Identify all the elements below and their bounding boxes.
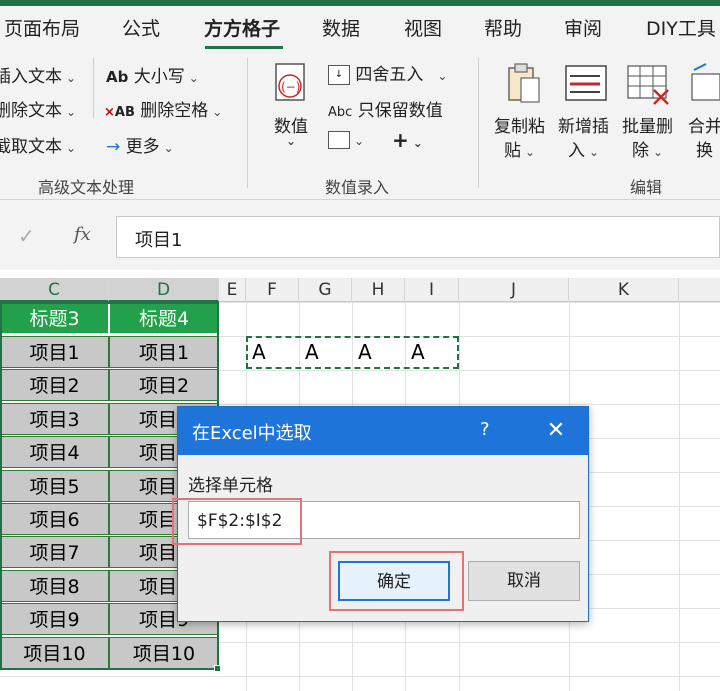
check-icon[interactable]: ✓ [18,224,35,248]
tab-data[interactable]: 数据 [322,14,360,41]
cancel-button[interactable]: 取消 [468,561,580,601]
column-header-i[interactable]: I [405,278,459,302]
extract-text-button[interactable]: 截取文本 ⌄ [0,132,76,157]
insert-text-button[interactable]: 插入文本 ⌄ [0,62,76,87]
merge-icon[interactable] [688,60,720,104]
arrow-right-icon: → [106,137,121,157]
round-icon: ↓ [328,65,350,85]
grid-line [679,302,680,691]
range-label: 选择单元格 [188,476,273,496]
ribbon: 插入文本 ⌄ 删除文本 ⌄ 截取文本 ⌄ Ab 大小写 ⌄ ×AB 删除空格 ⌄ → 更多… [0,50,720,200]
plus-button[interactable]: + ⌄ [392,128,423,152]
insert-label[interactable]: 新增插 [558,112,609,137]
case-button[interactable]: Ab 大小写 ⌄ [106,62,199,87]
remove-spaces-button[interactable]: ×AB 删除空格 ⌄ [104,96,222,121]
active-tab-indicator [205,46,283,49]
cell-g2[interactable]: A [305,340,319,364]
dialog-title: 在Excel中选取 [192,423,312,444]
cell-i2[interactable]: A [411,340,425,364]
tab-help[interactable]: 帮助 [484,14,522,41]
delete-text-button[interactable]: 删除文本 ⌄ [0,96,76,121]
column-header-d[interactable]: D [109,278,219,302]
column-header-j[interactable]: J [459,278,569,302]
ribbon-tabs: 页面布局 公式 方方格子 数据 视图 帮助 审阅 DIY工具 [0,6,720,50]
tab-fangfang[interactable]: 方方格子 [204,14,280,41]
tab-diy-tools[interactable]: DIY工具 [646,14,716,41]
tab-view[interactable]: 视图 [404,14,442,41]
help-button[interactable]: ? [480,419,490,440]
chevron-down-icon[interactable]: ⌄ [286,134,296,148]
formula-value: 项目1 [135,230,183,251]
column-header-e[interactable]: E [219,278,246,302]
grid-line [0,676,720,677]
value-convert-icon[interactable]: (−) [270,60,314,110]
column-header-f[interactable]: F [246,278,299,302]
batch-delete-label-2[interactable]: 除 ⌄ [632,136,663,161]
tab-review[interactable]: 审阅 [564,14,602,41]
clipboard-icon[interactable] [505,62,545,106]
copy-marquee [246,336,459,369]
column-header-k[interactable]: K [569,278,679,302]
svg-text:(−): (−) [281,80,300,94]
highlight-range-input [172,498,302,545]
group-label-value: 数值录入 [325,178,390,197]
edit-icon [328,131,350,149]
merge-label-2[interactable]: 换 [696,136,713,161]
highlight-ok-button [329,551,464,611]
copy-paste-label-2[interactable]: 贴 ⌄ [504,136,535,161]
group-label-edit: 编辑 [630,178,663,197]
copy-paste-label[interactable]: 复制粘 [494,112,545,137]
fill-handle[interactable] [214,665,221,672]
batch-delete-icon[interactable] [626,64,672,106]
formula-input[interactable]: 项目1 [116,216,720,258]
edit-button[interactable]: ⌄ [328,130,364,150]
insert-rows-icon[interactable] [564,64,608,104]
group-divider [247,58,248,188]
tab-page-layout[interactable]: 页面布局 [4,14,80,41]
group-divider [478,58,479,188]
dialog-titlebar[interactable]: 在Excel中选取 ? ✕ [178,407,588,455]
column-header-h[interactable]: H [352,278,405,302]
fx-icon[interactable]: fx [74,224,91,245]
insert-label-2[interactable]: 入 ⌄ [568,136,599,161]
tab-formulas[interactable]: 公式 [122,14,160,41]
merge-label[interactable]: 合并 [688,112,720,137]
round-button[interactable]: ↓ 四舍五入 ⌄ [328,60,447,85]
cell-h2[interactable]: A [358,340,372,364]
group-divider [93,58,94,118]
column-header-g[interactable]: G [299,278,352,302]
keep-values-button[interactable]: Abc 只保留数值 [328,96,443,121]
more-button[interactable]: → 更多 ⌄ [106,132,174,157]
close-icon[interactable]: ✕ [542,417,570,445]
column-header-c[interactable]: C [0,278,109,302]
group-label-text: 高级文本处理 [38,178,135,197]
batch-delete-label[interactable]: 批量删 [622,112,673,137]
cell-f2[interactable]: A [252,340,266,364]
